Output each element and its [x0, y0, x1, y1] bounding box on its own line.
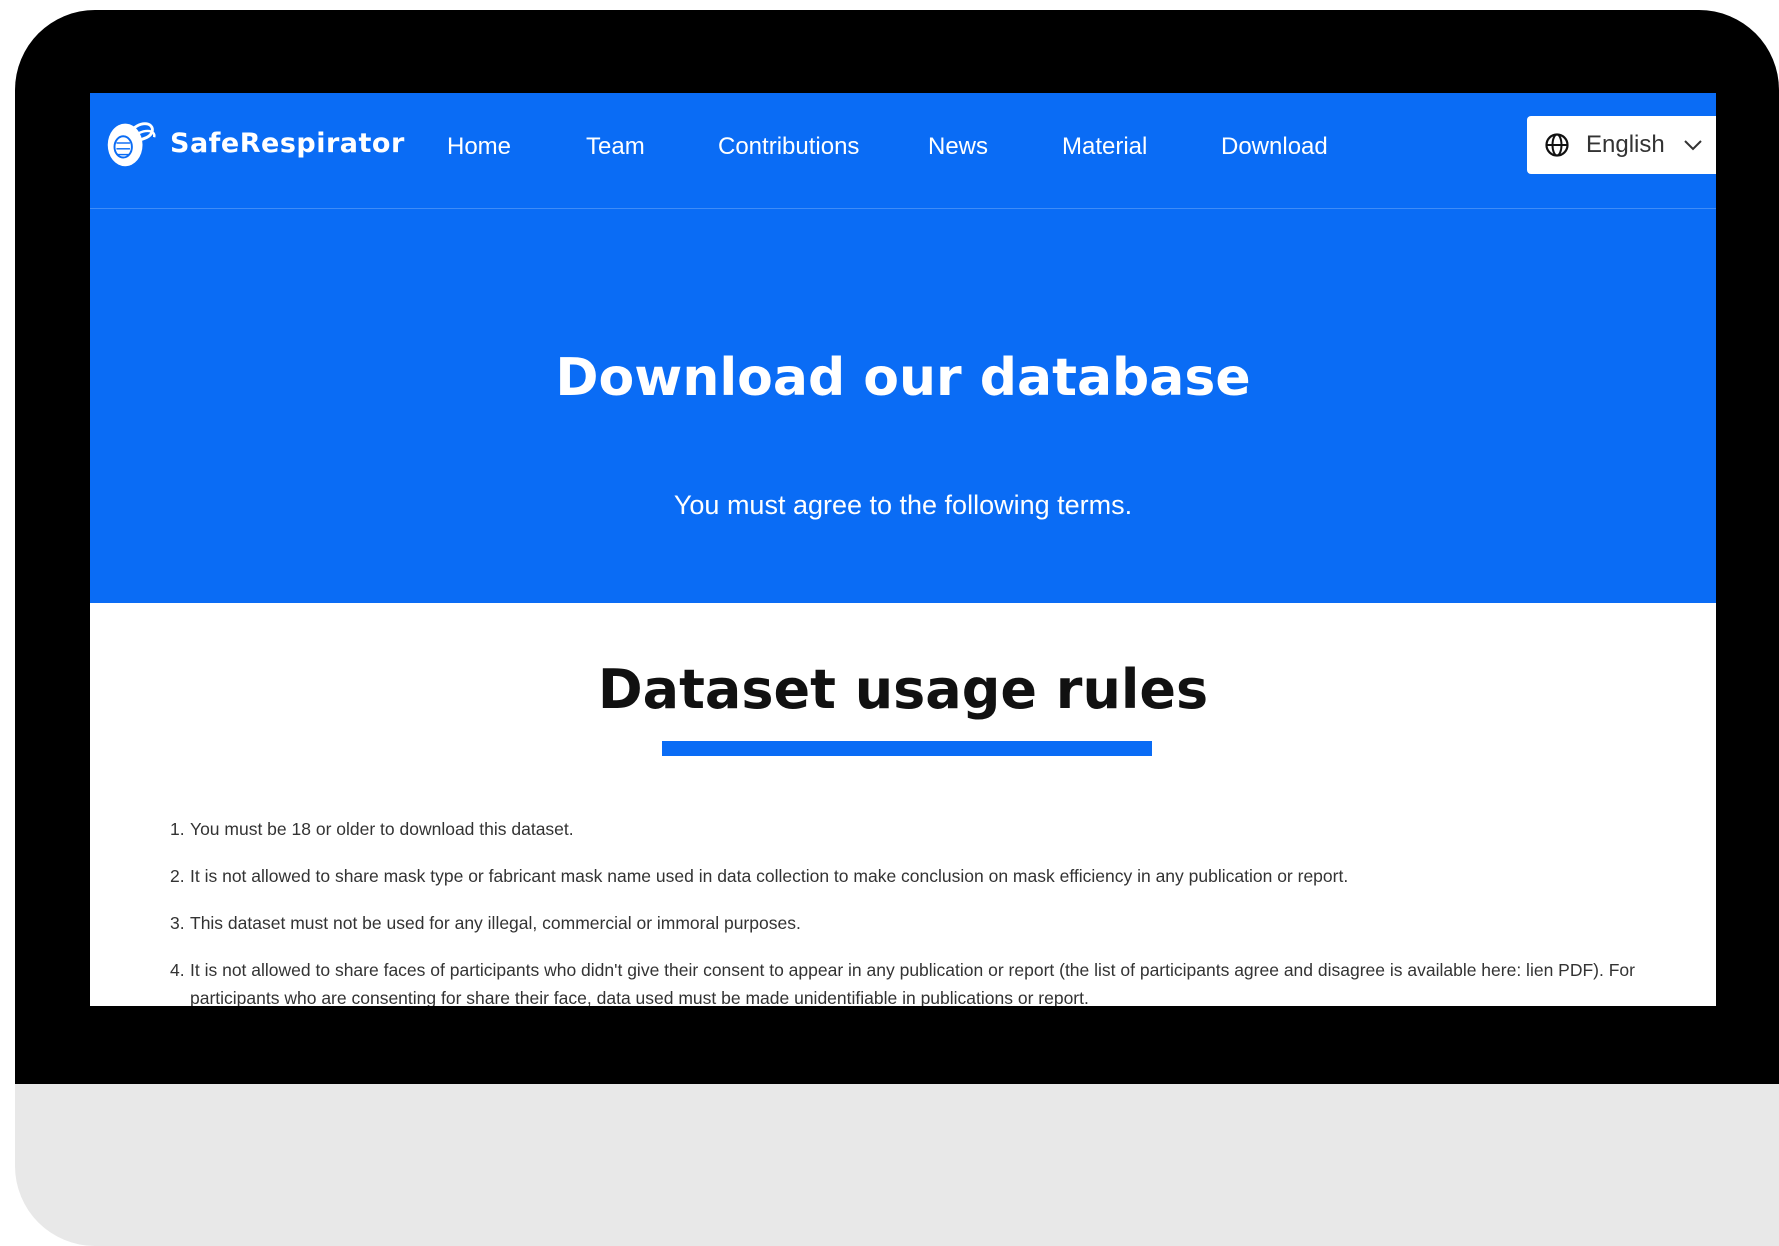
language-select[interactable]: English — [1527, 116, 1716, 174]
rule-text: This dataset must not be used for any il… — [190, 913, 801, 933]
hero-subtitle: You must agree to the following terms. — [673, 490, 1133, 520]
rule-text: You must be 18 or older to download this… — [190, 819, 574, 839]
device-frame: SafeRespirator Home Team Contributions N… — [15, 10, 1779, 1246]
respirator-mask-icon — [107, 122, 156, 167]
rule-number: 3. — [170, 913, 185, 933]
rule-item: 4. It is not allowed to share faces of p… — [170, 956, 1690, 1006]
section-title-underline — [662, 741, 1152, 756]
nav-link-material[interactable]: Material — [1062, 133, 1147, 161]
rule-number: 1. — [170, 819, 185, 839]
nav-link-news[interactable]: News — [928, 133, 988, 161]
hero-section: SafeRespirator Home Team Contributions N… — [90, 93, 1716, 603]
nav-link-team[interactable]: Team — [586, 133, 645, 161]
rules-list: 1. You must be 18 or older to download t… — [170, 815, 1690, 1006]
rule-item: 2. It is not allowed to share mask type … — [170, 862, 1690, 890]
rules-section-title: Dataset usage rules — [597, 658, 1209, 721]
brand-name: SafeRespirator — [170, 127, 405, 159]
globe-icon — [1545, 133, 1569, 157]
nav-link-contributions[interactable]: Contributions — [718, 133, 859, 161]
nav-link-download[interactable]: Download — [1221, 133, 1328, 161]
rule-number: 4. — [170, 960, 185, 980]
rule-item: 3. This dataset must not be used for any… — [170, 909, 1690, 937]
brand-logo[interactable]: SafeRespirator — [100, 113, 405, 173]
rule-item: 1. You must be 18 or older to download t… — [170, 815, 1690, 843]
language-selected-value: English — [1586, 131, 1665, 158]
navbar: SafeRespirator Home Team Contributions N… — [90, 93, 1716, 209]
rule-text: It is not allowed to share mask type or … — [190, 866, 1349, 886]
browser-viewport: SafeRespirator Home Team Contributions N… — [90, 93, 1716, 1006]
chevron-down-icon — [1684, 140, 1702, 151]
hero-title: Download our database — [555, 348, 1251, 408]
rule-text: It is not allowed to share faces of part… — [190, 960, 1635, 1006]
nav-link-home[interactable]: Home — [447, 133, 511, 161]
rule-number: 2. — [170, 866, 185, 886]
